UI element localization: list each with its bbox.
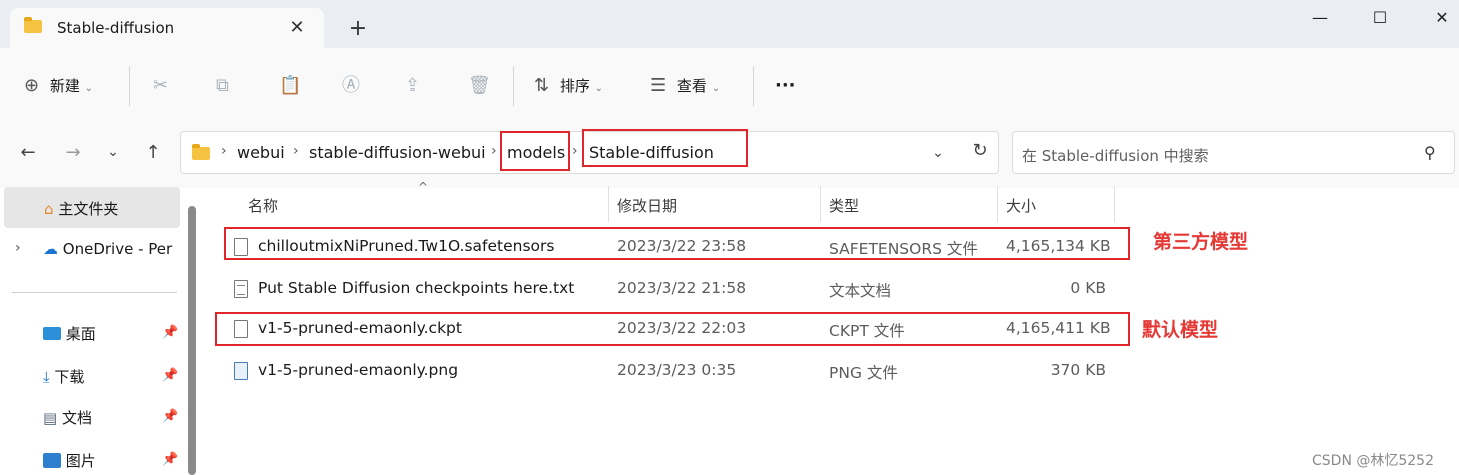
refresh-icon[interactable]: ↻ — [968, 140, 992, 161]
forward-button[interactable]: → — [61, 142, 85, 163]
toolbar-divider — [129, 66, 130, 106]
highlight-box-third-party — [224, 227, 1130, 260]
close-window-button[interactable]: ✕ — [1427, 6, 1457, 30]
annotation-third-party: 第三方模型 — [1153, 231, 1249, 253]
sidebar-item-downloads[interactable]: ⤓ 下载 — [43, 366, 84, 387]
share-icon[interactable]: ⇪ — [405, 74, 420, 98]
sort-label: 排序 — [559, 77, 590, 95]
sidebar-item-label: 下载 — [54, 368, 85, 386]
download-icon: ⤓ — [43, 368, 50, 386]
file-type: PNG 文件 — [829, 364, 898, 382]
more-options-button[interactable]: ··· — [775, 74, 796, 98]
expand-chevron-icon[interactable]: › — [15, 240, 21, 256]
chevron-down-icon: ⌄ — [594, 83, 604, 94]
sidebar-item-label: 文档 — [61, 409, 92, 427]
file-date: 2023/3/23 0:35 — [617, 361, 737, 379]
folder-icon — [24, 17, 42, 33]
file-name[interactable]: Put Stable Diffusion checkpoints here.tx… — [258, 279, 574, 297]
view-button[interactable]: ☰ 查看 ⌄ — [650, 74, 720, 98]
breadcrumb-separator: › — [491, 143, 497, 159]
highlight-box-models — [500, 131, 570, 171]
text-file-icon — [234, 280, 248, 298]
breadcrumb-webui[interactable]: webui — [237, 143, 285, 162]
tab-close-icon[interactable]: ✕ — [287, 17, 307, 38]
column-header-name[interactable]: 名称 — [248, 195, 278, 216]
cut-icon[interactable]: ✂ — [153, 74, 168, 98]
delete-icon[interactable]: 🗑 — [468, 74, 491, 98]
highlight-box-default — [215, 312, 1130, 346]
file-size: 0 KB — [1070, 279, 1106, 297]
sidebar-item-onedrive[interactable]: ☁ OneDrive - Per — [43, 240, 172, 258]
file-type: 文本文档 — [829, 282, 892, 300]
sidebar-item-pictures[interactable]: 图片 — [43, 450, 96, 471]
pin-icon[interactable]: 📌 — [162, 409, 178, 424]
sidebar-scrollbar[interactable] — [188, 206, 196, 475]
sort-icon: ⇅ — [534, 75, 550, 96]
image-file-icon — [234, 362, 248, 380]
address-dropdown-icon[interactable]: ⌄ — [926, 145, 950, 161]
desktop-icon — [43, 327, 61, 340]
sidebar-item-home-row[interactable]: ⌂ 主文件夹 — [44, 198, 118, 219]
rename-icon[interactable]: Ⓐ — [342, 74, 360, 98]
minimize-button[interactable]: — — [1305, 6, 1335, 30]
pin-icon[interactable]: 📌 — [162, 368, 178, 383]
column-divider[interactable] — [997, 186, 998, 222]
new-tab-button[interactable]: + — [348, 18, 368, 40]
sort-caret-icon: ^ — [418, 180, 429, 194]
file-date: 2023/3/22 21:58 — [617, 279, 747, 297]
folder-icon — [192, 144, 210, 160]
up-button[interactable]: ↑ — [141, 142, 165, 163]
new-button[interactable]: ⊕ 新建 ⌄ — [24, 74, 93, 98]
view-icon: ☰ — [650, 75, 667, 96]
tab-title: Stable-diffusion — [57, 19, 175, 37]
pin-icon[interactable]: 📌 — [162, 452, 178, 467]
column-header-type[interactable]: 类型 — [829, 195, 859, 216]
column-header-size[interactable]: 大小 — [1006, 195, 1036, 216]
recent-locations-button[interactable]: ⌄ — [101, 144, 125, 160]
document-icon: ▤ — [43, 409, 58, 427]
column-header-date[interactable]: 修改日期 — [617, 195, 677, 216]
pin-icon[interactable]: 📌 — [162, 325, 178, 340]
chevron-down-icon: ⌄ — [84, 83, 94, 94]
breadcrumb-separator: › — [221, 143, 227, 159]
breadcrumb-separator: › — [293, 143, 299, 159]
file-name[interactable]: v1-5-pruned-emaonly.png — [258, 361, 458, 379]
add-circle-icon: ⊕ — [24, 75, 40, 96]
maximize-button[interactable]: ☐ — [1365, 6, 1395, 30]
paste-icon[interactable]: 📋 — [279, 74, 301, 98]
breadcrumb-separator: › — [572, 143, 578, 159]
search-icon[interactable]: ⚲ — [1424, 143, 1436, 162]
chevron-down-icon: ⌄ — [711, 83, 721, 94]
file-size: 370 KB — [1050, 361, 1106, 379]
sidebar-divider — [12, 292, 177, 293]
sidebar-item-desktop[interactable]: 桌面 — [43, 323, 96, 344]
search-input[interactable]: 在 Stable-diffusion 中搜索 — [1022, 145, 1209, 166]
breadcrumb-stable-diffusion-webui[interactable]: stable-diffusion-webui — [309, 143, 486, 162]
sidebar-item-label: OneDrive - Per — [62, 240, 173, 258]
sidebar-item-label: 桌面 — [65, 325, 96, 343]
home-icon: ⌂ — [44, 200, 54, 218]
watermark: CSDN @林忆5252 — [1312, 453, 1434, 469]
sidebar-item-documents[interactable]: ▤ 文档 — [43, 407, 92, 428]
toolbar-divider — [753, 66, 754, 106]
view-label: 查看 — [676, 77, 707, 95]
column-divider[interactable] — [1114, 186, 1115, 222]
cloud-icon: ☁ — [43, 240, 58, 258]
annotation-default: 默认模型 — [1142, 319, 1219, 341]
sidebar-item-label: 图片 — [65, 452, 96, 470]
copy-icon[interactable]: ⧉ — [216, 74, 229, 98]
toolbar-divider — [513, 66, 514, 106]
sort-button[interactable]: ⇅ 排序 ⌄ — [534, 74, 603, 98]
pictures-icon — [43, 453, 61, 468]
new-label: 新建 — [49, 77, 80, 95]
back-button[interactable]: ← — [16, 142, 40, 163]
sidebar-item-label: 主文件夹 — [58, 200, 119, 218]
highlight-box-current-folder — [582, 129, 748, 167]
column-divider[interactable] — [608, 186, 609, 222]
column-divider[interactable] — [820, 186, 821, 222]
